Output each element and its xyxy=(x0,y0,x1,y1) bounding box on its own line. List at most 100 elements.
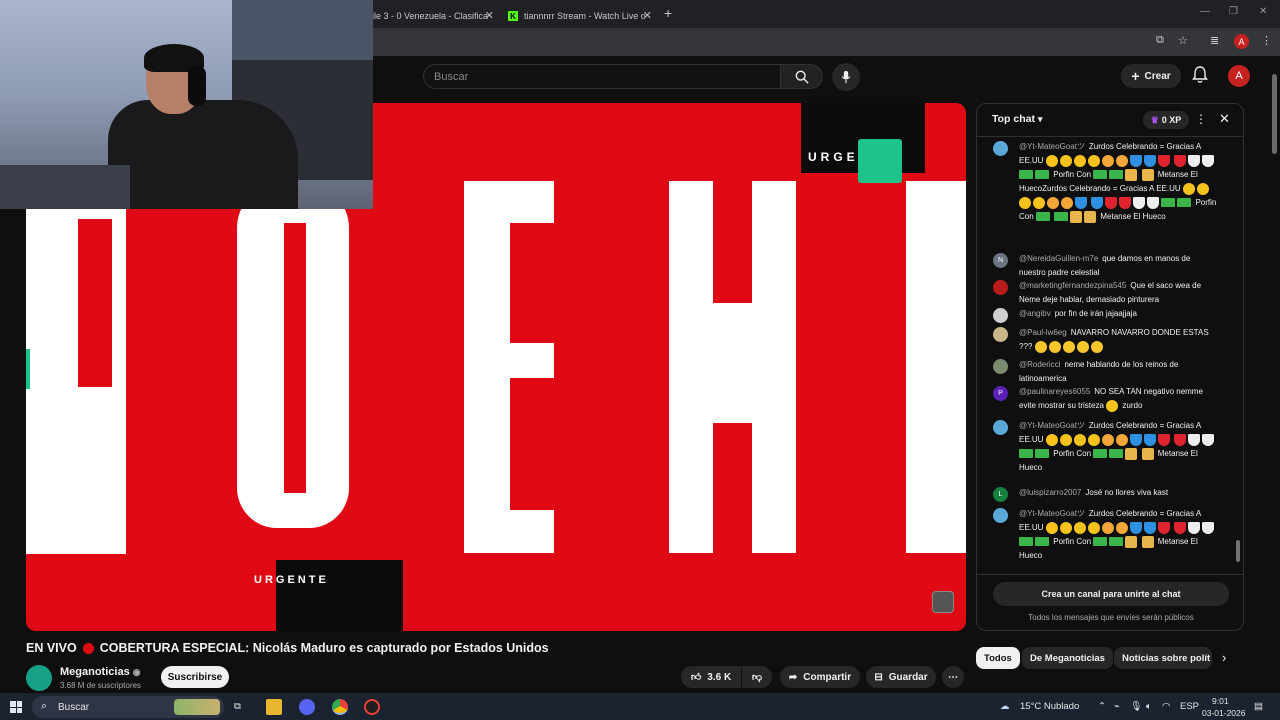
chat-author[interactable]: @Yt-MateoGoatツ xyxy=(1019,142,1085,151)
chat-author[interactable]: @Rodericci xyxy=(1019,360,1060,369)
search-input[interactable]: Buscar xyxy=(423,64,781,89)
tab-venezuela[interactable]: ile 3 - 0 Venezuela - Clasifica ✕ xyxy=(372,4,494,28)
chat-text: Gracias A EE.UU xyxy=(1119,184,1181,193)
channel-name[interactable]: Meganoticias ◉ xyxy=(60,666,141,678)
create-button[interactable]: + Crear xyxy=(1121,64,1181,88)
beer-emoji-icon xyxy=(1141,447,1154,460)
party-emoji-icon xyxy=(1101,433,1114,446)
speaker-icon[interactable]: 🔈︎ xyxy=(1146,701,1152,712)
chat-author[interactable]: @luispizarro2007 xyxy=(1019,488,1081,497)
urgent-banner-square xyxy=(858,139,902,183)
live-label: EN VIVO xyxy=(26,641,77,655)
chrome-icon[interactable] xyxy=(332,699,348,715)
chat-message: @Rodericci neme hablando de los reinos de… xyxy=(993,358,1219,386)
close-icon[interactable]: ✕ xyxy=(643,9,652,22)
microphone-tray-icon[interactable]: 🎙︎ xyxy=(1130,701,1142,712)
task-view-icon[interactable]: ⧉ xyxy=(234,701,241,712)
dislike-button[interactable]: 👎︎ xyxy=(742,666,772,688)
install-app-icon[interactable]: ⧉ xyxy=(1156,34,1164,47)
tab-label: ile 3 - 0 Venezuela - Clasifica xyxy=(372,11,489,21)
cool-emoji-icon xyxy=(1073,521,1086,534)
chat-author[interactable]: @angibv xyxy=(1019,309,1051,318)
like-count: 3.6 K xyxy=(707,671,732,683)
chat-avatar xyxy=(993,327,1008,342)
cool-emoji-icon xyxy=(1196,182,1209,195)
blue-heart-icon xyxy=(1143,433,1156,446)
network-icon[interactable]: ⌁ xyxy=(1114,701,1120,712)
more-dots-icon: ⋯ xyxy=(948,671,958,683)
clock-date[interactable]: 03-01-2026 xyxy=(1202,708,1245,718)
obs-icon[interactable] xyxy=(364,699,380,715)
chip-de-meganoticias[interactable]: De Meganoticias xyxy=(1022,647,1113,669)
voice-search-button[interactable] xyxy=(832,63,860,91)
chip-todos[interactable]: Todos xyxy=(976,647,1020,669)
tab-kick-stream[interactable]: K tiannnrr Stream - Watch Live o ✕ xyxy=(508,4,652,28)
top-chat-dropdown[interactable]: Top chat ▾ xyxy=(992,113,1042,125)
chat-menu-icon[interactable]: ⋮ xyxy=(1195,112,1207,126)
window-close-icon[interactable]: ✕ xyxy=(1259,6,1267,17)
new-tab-icon[interactable]: + xyxy=(664,5,672,21)
taskbar-search[interactable]: ⌕ Buscar xyxy=(32,696,224,718)
chip-noticias-politica[interactable]: Noticias sobre polít xyxy=(1114,647,1212,669)
channel-avatar[interactable] xyxy=(26,665,52,691)
minimize-icon[interactable]: — xyxy=(1200,6,1210,17)
chat-author[interactable]: @Yt-MateoGoatツ xyxy=(1019,421,1085,430)
windows-start-icon[interactable] xyxy=(10,701,22,713)
bookmark-star-icon[interactable]: ☆ xyxy=(1178,34,1188,47)
chat-author[interactable]: @Paul-lw6eg xyxy=(1019,328,1067,337)
show-hidden-icons[interactable]: ⌃ xyxy=(1098,701,1106,712)
letter-r-bowl xyxy=(78,219,112,387)
cool-emoji-icon xyxy=(1019,196,1031,209)
xp-badge[interactable]: ♛ 0 XP xyxy=(1143,111,1189,129)
live-chat-panel: Top chat ▾ ♛ 0 XP ⋮ ✕ @Yt-MateoGoatツ Zurd… xyxy=(976,103,1244,631)
language-indicator[interactable]: ESP xyxy=(1180,701,1199,712)
chat-author[interactable]: @paulinareyes6055 xyxy=(1019,387,1090,396)
share-button[interactable]: ➦ Compartir xyxy=(780,666,860,688)
search-button[interactable] xyxy=(781,64,823,89)
party-emoji-icon xyxy=(1115,433,1128,446)
page-scrollbar[interactable] xyxy=(1272,74,1277,154)
menu-dots-icon[interactable]: ⋮ xyxy=(1261,34,1272,47)
close-icon[interactable]: ✕ xyxy=(485,9,494,22)
chat-author[interactable]: @NereidaGuillen-m7e xyxy=(1019,254,1098,263)
red-heart-icon xyxy=(1173,521,1186,534)
laughing-emoji-icon xyxy=(1048,340,1061,353)
user-avatar[interactable]: A xyxy=(1228,65,1250,87)
letter-t xyxy=(906,181,966,553)
money-emoji-icon xyxy=(1035,170,1049,180)
chat-close-icon[interactable]: ✕ xyxy=(1219,111,1230,127)
save-button[interactable]: ⊟ Guardar xyxy=(866,666,936,688)
money-emoji-icon xyxy=(1109,537,1124,547)
cool-emoji-icon xyxy=(1033,196,1045,209)
discord-icon[interactable] xyxy=(299,699,315,715)
subscribe-button[interactable]: Suscribirse xyxy=(161,666,229,688)
taskbar-search-label: Buscar xyxy=(58,701,90,713)
chat-author[interactable]: @Yt-MateoGoatツ xyxy=(1019,509,1085,518)
like-button[interactable]: 👍︎ 3.6 K xyxy=(681,666,741,688)
chat-message: L @luispizarro2007 José no llores viva ka… xyxy=(993,486,1219,502)
red-heart-icon xyxy=(1173,433,1186,446)
chevron-right-icon[interactable]: › xyxy=(1222,650,1226,665)
wifi-icon[interactable]: ◠ xyxy=(1162,701,1170,712)
white-heart-icon xyxy=(1201,521,1214,534)
chat-author[interactable]: @marketingfernandezpina545 xyxy=(1019,281,1126,290)
profile-avatar[interactable]: A xyxy=(1234,34,1249,49)
file-explorer-icon[interactable] xyxy=(266,699,282,715)
clock-time[interactable]: 9:01 xyxy=(1212,696,1229,706)
tab-label: tiannnrr Stream - Watch Live o xyxy=(524,11,646,21)
restore-icon[interactable]: ❐ xyxy=(1229,6,1238,17)
chat-message: @Paul-lw6eg NAVARRO NAVARRO DONDE ESTAS ?… xyxy=(993,326,1219,354)
cool-emoji-icon xyxy=(1087,433,1100,446)
more-actions-button[interactable]: ⋯ xyxy=(942,666,964,688)
notifications-bell-icon[interactable] xyxy=(1192,66,1208,84)
chat-avatar: P xyxy=(993,386,1008,401)
laughing-emoji-icon xyxy=(1062,340,1075,353)
letter-e-gap1 xyxy=(510,223,554,343)
chat-text: por fin de irán jajaajjaja xyxy=(1054,309,1137,318)
notification-center-icon[interactable]: ▤ xyxy=(1254,701,1263,712)
create-channel-button[interactable]: Crea un canal para unirte al chat xyxy=(993,582,1229,606)
party-emoji-icon xyxy=(1047,196,1059,209)
weather-text[interactable]: 15°C Nublado xyxy=(1020,701,1079,712)
chat-scrollbar[interactable] xyxy=(1236,540,1240,562)
reading-list-icon[interactable]: ≣ xyxy=(1210,34,1219,47)
